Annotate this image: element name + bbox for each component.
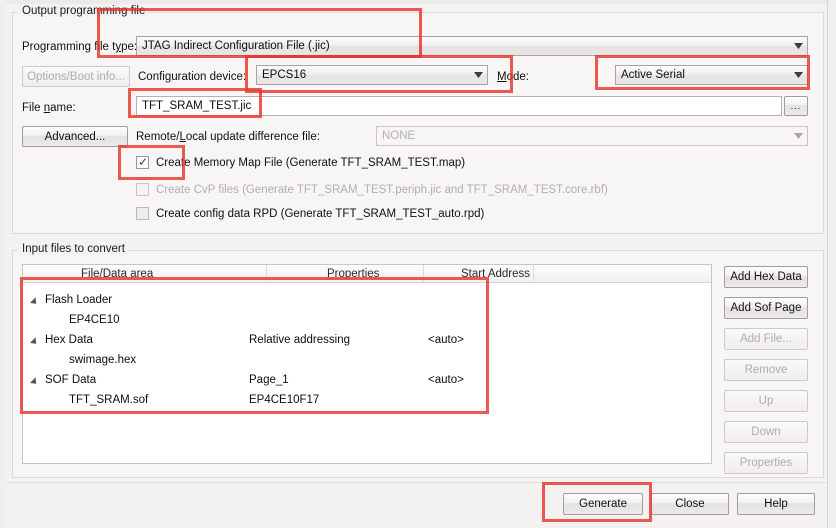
check-mark-icon: ✓: [138, 155, 149, 169]
create-config-data-rpd-checkbox-row[interactable]: Create config data RPD (Generate TFT_SRA…: [136, 207, 484, 220]
up-label: Up: [758, 395, 774, 407]
column-header-properties[interactable]: Properties: [327, 268, 379, 280]
create-cvp-files-checkbox-row: Create CvP files (Generate TFT_SRAM_TEST…: [136, 183, 608, 196]
options-boot-info-button[interactable]: Options/Boot info...: [22, 66, 130, 87]
help-button[interactable]: Help: [737, 493, 815, 515]
chevron-down-icon: [789, 37, 807, 55]
create-memory-map-checkbox-row[interactable]: ✓ Create Memory Map File (Generate TFT_S…: [136, 156, 465, 169]
mode-combo[interactable]: Active Serial: [615, 65, 808, 85]
create-memory-map-label: Create Memory Map File (Generate TFT_SRA…: [156, 156, 466, 169]
column-header-file-data-area[interactable]: File/Data area: [81, 268, 153, 280]
add-file-button[interactable]: Add File...: [724, 328, 808, 350]
checkbox-icon: [136, 183, 149, 196]
expander-triangle-icon[interactable]: [29, 377, 40, 387]
file-name-value: TFT_SRAM_TEST.jic: [142, 100, 252, 112]
programming-file-type-value: JTAG Indirect Configuration File (.jic): [142, 40, 330, 52]
advanced-button[interactable]: Advanced...: [22, 126, 128, 147]
expander-triangle-icon[interactable]: [29, 297, 40, 307]
remote-local-update-combo[interactable]: NONE: [376, 126, 808, 146]
convert-programming-file-dialog: Output programming file Programming file…: [0, 0, 836, 528]
expander-triangle-icon[interactable]: [29, 337, 40, 347]
row-name: SOF Data: [45, 374, 97, 386]
input-files-listbox[interactable]: File/Data area Properties Start Address …: [22, 264, 712, 464]
row-properties: Relative addressing: [249, 334, 351, 346]
remote-local-update-label: Remote/Local update difference file:: [136, 131, 320, 143]
chevron-down-icon: [789, 66, 807, 84]
browse-file-button[interactable]: ...: [784, 96, 808, 116]
row-start-address: <auto>: [428, 334, 464, 346]
checkbox-icon[interactable]: [136, 207, 149, 220]
programming-file-type-combo[interactable]: JTAG Indirect Configuration File (.jic): [136, 36, 808, 56]
configuration-device-label: Configuration device:: [138, 71, 247, 83]
chevron-down-icon: [469, 66, 487, 84]
properties-button[interactable]: Properties: [724, 452, 808, 474]
programming-file-type-label: Programming file type:: [22, 41, 138, 53]
close-button[interactable]: Close: [651, 493, 729, 515]
file-name-label: File name:: [22, 102, 76, 114]
row-name: Hex Data: [45, 334, 93, 346]
create-cvp-files-label: Create CvP files (Generate TFT_SRAM_TEST…: [156, 183, 608, 196]
row-start-address: <auto>: [428, 374, 464, 386]
mode-label: Mode:: [497, 71, 529, 83]
up-button[interactable]: Up: [724, 390, 808, 412]
mode-value: Active Serial: [621, 69, 685, 81]
row-properties: EP4CE10F17: [249, 394, 320, 406]
remote-local-update-value: NONE: [382, 130, 416, 142]
file-name-input[interactable]: TFT_SRAM_TEST.jic: [136, 96, 782, 116]
row-name: swimage.hex: [69, 354, 137, 366]
configuration-device-value: EPCS16: [262, 69, 307, 81]
column-separator[interactable]: [266, 265, 267, 283]
column-separator[interactable]: [533, 265, 534, 283]
window-top-edge: [0, 0, 836, 4]
column-header-start-address[interactable]: Start Address: [461, 268, 530, 280]
remove-button[interactable]: Remove: [724, 359, 808, 381]
add-hex-data-button[interactable]: Add Hex Data: [724, 266, 808, 288]
down-label: Down: [751, 426, 781, 438]
add-sof-page-label: Add Sof Page: [730, 302, 802, 314]
add-hex-data-label: Add Hex Data: [730, 271, 802, 283]
generate-button[interactable]: Generate: [563, 493, 643, 515]
output-group-title: Output programming file: [18, 5, 150, 17]
remove-label: Remove: [744, 364, 788, 376]
window-right-edge: [827, 0, 836, 528]
configuration-device-combo[interactable]: EPCS16: [256, 65, 488, 85]
properties-label: Properties: [739, 457, 793, 469]
row-name: EP4CE10: [69, 314, 120, 326]
row-properties: Page_1: [249, 374, 289, 386]
window-left-edge: [0, 0, 6, 528]
row-name: TFT_SRAM.sof: [69, 394, 149, 406]
add-file-label: Add File...: [740, 333, 792, 345]
chevron-down-icon: [789, 127, 807, 145]
row-name: Flash Loader: [45, 294, 113, 306]
input-group-title: Input files to convert: [18, 243, 129, 255]
add-sof-page-button[interactable]: Add Sof Page: [724, 297, 808, 319]
down-button[interactable]: Down: [724, 421, 808, 443]
column-separator[interactable]: [423, 265, 424, 283]
create-config-data-rpd-label: Create config data RPD (Generate TFT_SRA…: [156, 207, 485, 220]
checkbox-icon[interactable]: ✓: [136, 156, 149, 169]
